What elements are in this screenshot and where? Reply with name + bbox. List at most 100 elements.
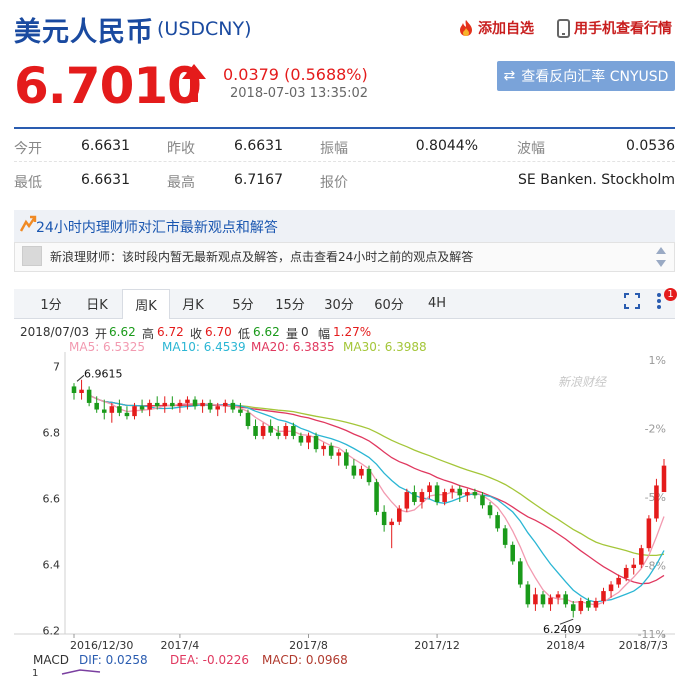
fullscreen-icon[interactable] bbox=[624, 293, 640, 309]
ohlc-open: 6.62 bbox=[109, 325, 136, 339]
price-change: 0.0379 (0.5688%) bbox=[223, 65, 368, 84]
y-tick-label: 6.4 bbox=[43, 559, 61, 572]
add-watchlist-label: 添加自选 bbox=[478, 21, 534, 37]
pair-code: (USDCNY) bbox=[157, 18, 252, 40]
mobile-view-button[interactable]: 用手机查看行情 bbox=[557, 18, 672, 38]
macd-label: MACD bbox=[33, 653, 69, 667]
x-tick-label: 2017/12 bbox=[414, 639, 460, 652]
candle-body bbox=[404, 492, 410, 509]
candle-body bbox=[170, 402, 175, 407]
candle-body bbox=[540, 594, 546, 605]
candle-body bbox=[147, 402, 152, 410]
prev-close-label: 昨收 bbox=[167, 141, 195, 157]
candlestick-chart[interactable]: 76.86.66.46.21%-2%-5%-8%-11%2016/12/3020… bbox=[0, 352, 689, 652]
max-value-label: 6.9615 bbox=[84, 367, 123, 380]
watermark-text: 新浪财经 bbox=[558, 375, 608, 389]
prev-close-value: 6.6631 bbox=[234, 138, 283, 154]
candle-body bbox=[465, 492, 470, 496]
candle-body bbox=[321, 445, 326, 450]
x-tick-label: 2018/7/3 bbox=[619, 639, 668, 652]
chart-tab-3[interactable]: 月K bbox=[170, 289, 216, 318]
macd-dif: DIF: 0.0258 bbox=[79, 653, 148, 667]
candle-body bbox=[306, 435, 311, 443]
x-tick-label: 2018/4 bbox=[546, 639, 585, 652]
open-label: 今开 bbox=[14, 141, 42, 157]
candle-body bbox=[412, 492, 417, 502]
amplitude-label: 振幅 bbox=[320, 141, 348, 157]
candle-body bbox=[593, 600, 599, 608]
chart-tab-8[interactable]: 4H bbox=[415, 289, 459, 318]
chart-tab-7[interactable]: 60分 bbox=[364, 289, 414, 318]
candle-body bbox=[109, 406, 115, 413]
candle-body bbox=[291, 426, 296, 436]
candle-body bbox=[192, 399, 198, 407]
quote-source-value: SE Banken. Stockholm bbox=[518, 172, 675, 188]
candle-body bbox=[154, 402, 160, 407]
high-label: 最高 bbox=[167, 175, 195, 191]
phone-icon bbox=[557, 18, 570, 38]
candle-body bbox=[570, 604, 576, 611]
chart-tab-2[interactable]: 周K bbox=[122, 289, 170, 319]
quote-source-label: 报价 bbox=[320, 175, 348, 191]
more-options-icon[interactable] bbox=[656, 292, 662, 310]
candle-body bbox=[336, 452, 342, 456]
chart-tab-6[interactable]: 30分 bbox=[316, 289, 362, 318]
candle-body bbox=[457, 488, 463, 496]
candle-body bbox=[495, 515, 500, 529]
chart-tab-4[interactable]: 5分 bbox=[220, 289, 266, 318]
candle-body bbox=[313, 435, 319, 450]
open-value: 6.6631 bbox=[81, 138, 130, 154]
candle-body bbox=[366, 468, 372, 483]
reverse-rate-button[interactable]: ⇄ 查看反向汇率 CNYUSD bbox=[497, 61, 675, 91]
candle-body bbox=[139, 406, 145, 410]
stats-divider bbox=[14, 127, 675, 129]
stats-row-divider bbox=[14, 161, 675, 162]
advisor-avatar bbox=[22, 246, 42, 266]
alert-badge[interactable]: 1 bbox=[664, 288, 677, 301]
add-watchlist-button[interactable]: 添加自选 bbox=[458, 18, 534, 38]
candle-body bbox=[230, 402, 236, 410]
candle-body bbox=[449, 488, 455, 493]
candle-body bbox=[631, 564, 637, 568]
candle-body bbox=[124, 412, 130, 417]
chart-tab-1[interactable]: 日K bbox=[75, 289, 119, 318]
macd-axis-tick: 1 bbox=[32, 668, 39, 679]
candle-body bbox=[586, 600, 591, 608]
y-tick-label: 6.8 bbox=[43, 427, 61, 440]
candle-body bbox=[359, 468, 364, 476]
trend-icon bbox=[19, 215, 37, 232]
candle-body bbox=[502, 528, 508, 545]
candle-body bbox=[200, 402, 205, 407]
candle-body bbox=[344, 452, 349, 466]
candle-body bbox=[646, 518, 652, 549]
up-arrow-icon bbox=[182, 64, 206, 102]
swap-icon: ⇄ bbox=[503, 68, 516, 84]
candle-body bbox=[162, 402, 168, 407]
chart-tab-5[interactable]: 15分 bbox=[267, 289, 313, 318]
amplitude-value: 0.8044% bbox=[415, 138, 478, 154]
advisor-message[interactable]: 新浪理财师：该时段内暂无最新观点及解答，点击查看24小时之前的观点及解答 bbox=[50, 248, 473, 265]
candle-body bbox=[177, 402, 183, 407]
candle-body bbox=[533, 594, 538, 605]
quote-timestamp: 2018-07-03 13:35:02 bbox=[230, 86, 369, 101]
low-value: 6.6631 bbox=[81, 172, 130, 188]
pct-tick-label: 1% bbox=[649, 354, 666, 367]
scroll-arrows-icon[interactable] bbox=[655, 245, 667, 269]
min-value-label: 6.2409 bbox=[543, 623, 582, 636]
candle-body bbox=[185, 399, 190, 403]
candle-body bbox=[101, 409, 107, 413]
flame-icon bbox=[460, 20, 472, 36]
candle-body bbox=[601, 591, 606, 601]
candle-body bbox=[510, 544, 515, 562]
candle-body bbox=[608, 584, 614, 592]
chart-tab-0[interactable]: 1分 bbox=[30, 289, 72, 318]
wave-value: 0.0536 bbox=[626, 138, 675, 154]
candle-body bbox=[253, 426, 258, 436]
candle-body bbox=[396, 508, 402, 522]
advisor-title[interactable]: 24小时内理财师对汇市最新观点和解答 bbox=[36, 217, 278, 237]
ohlc-low: 6.62 bbox=[253, 325, 280, 339]
ohlc-close: 6.70 bbox=[205, 325, 232, 339]
candle-body bbox=[555, 594, 561, 598]
candle-body bbox=[207, 402, 213, 410]
max-pointer bbox=[76, 374, 85, 382]
